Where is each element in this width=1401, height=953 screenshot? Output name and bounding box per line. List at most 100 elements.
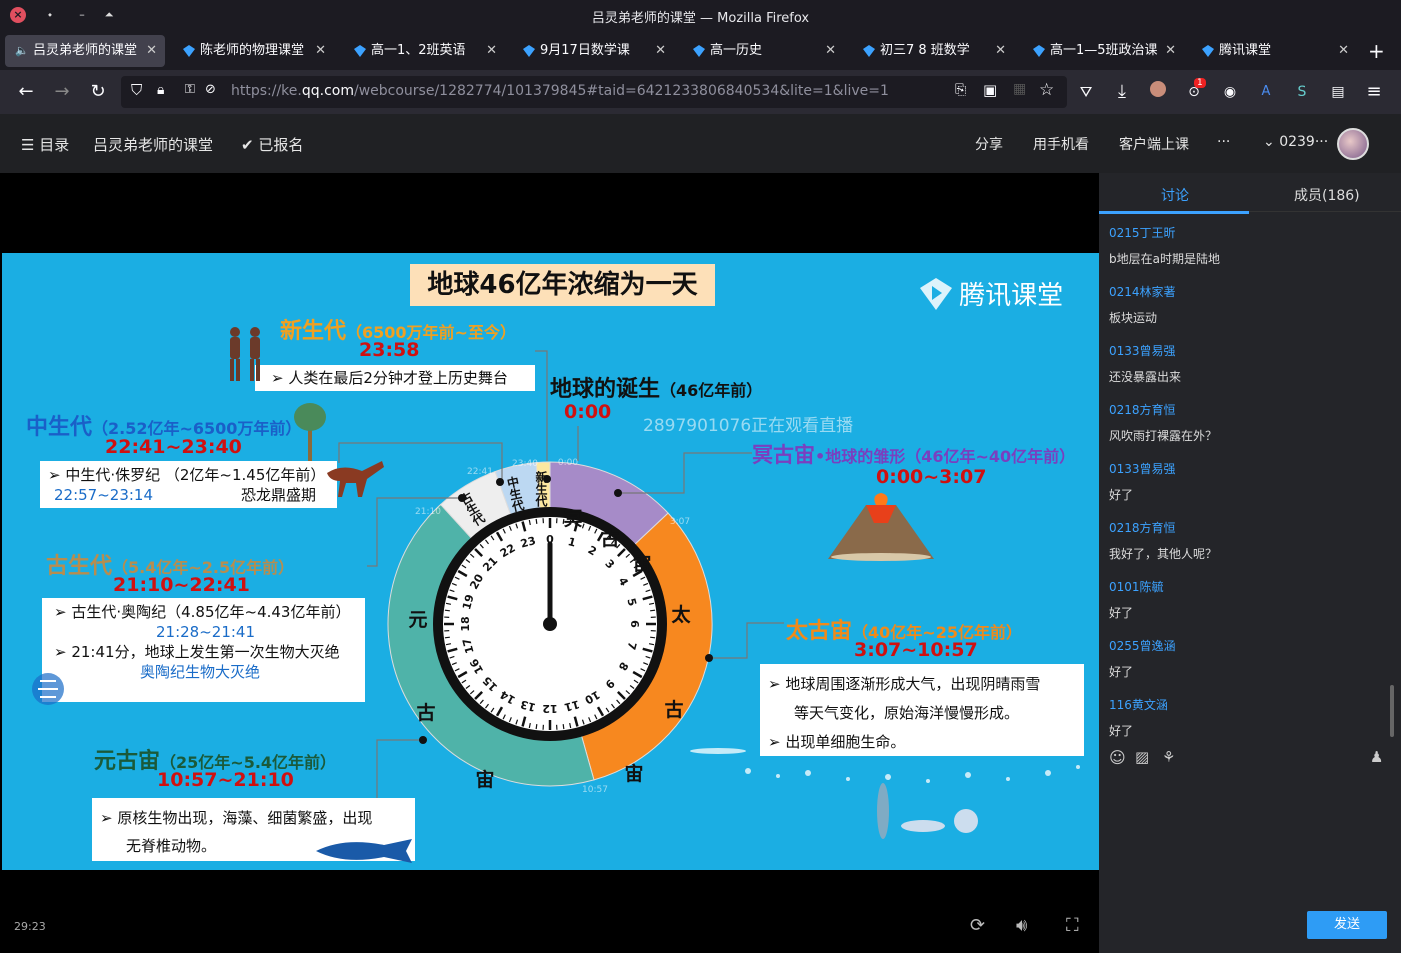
message-sender[interactable]: 0215丁王昕 xyxy=(1109,224,1220,241)
ring-archean-3: 宙 xyxy=(624,762,643,785)
new-tab-button[interactable]: + xyxy=(1368,39,1385,63)
close-tab-icon[interactable]: ✕ xyxy=(1165,35,1176,67)
reload-icon[interactable]: ↻ xyxy=(86,80,110,104)
message-sender[interactable]: 0214林家著 xyxy=(1109,283,1176,300)
ring-pro-1: 元 xyxy=(408,609,427,631)
permissions-icon[interactable]: ⚿ xyxy=(185,82,195,97)
catalog-label: 目录 xyxy=(39,136,70,154)
tab-5[interactable]: 初三7 8 班数学 ✕ xyxy=(852,35,1014,67)
hadean-extra: •地球的雏形 xyxy=(815,447,906,466)
chat-message: 0215丁王昕 b地层在a时期是陆地 xyxy=(1109,224,1220,267)
address-bar[interactable]: ⛉ 🔒︎ ⚿ ⊘ https://ke.qq.com/webcourse/128… xyxy=(121,76,1067,108)
tab-1[interactable]: 陈老师的物理课堂 ✕ xyxy=(172,35,334,67)
downloads-icon[interactable]: ⤓ xyxy=(1110,80,1134,104)
close-tab-icon[interactable]: ✕ xyxy=(315,35,326,67)
image-icon[interactable]: ▨ xyxy=(1135,748,1149,766)
hadean-name: 冥古宙 xyxy=(752,443,815,467)
emoji-icon[interactable]: ☺ xyxy=(1109,748,1126,767)
tab-bar: 🔈 吕灵弟老师的课堂 ✕ 陈老师的物理课堂 ✕ 高一1、2班英语 ✕ 9月17日… xyxy=(0,32,1401,70)
ring-archean-1: 太 xyxy=(671,603,691,626)
clock-center xyxy=(543,617,557,631)
message-sender[interactable]: 0133曾易强 xyxy=(1109,342,1181,359)
user-menu[interactable]: ⌄ 0239··· xyxy=(1263,134,1328,150)
member-icon[interactable]: ♟ xyxy=(1370,748,1383,766)
tracking-icon[interactable]: ⊘ xyxy=(205,82,216,97)
client-class-button[interactable]: 客户端上课 xyxy=(1119,134,1189,154)
birth-range: （46亿年前） xyxy=(660,381,763,400)
message-text: 好了 xyxy=(1109,665,1134,679)
ring-pro-2: 古 xyxy=(416,701,435,724)
course-title[interactable]: 吕灵弟老师的课堂 xyxy=(93,134,213,155)
close-tab-icon[interactable]: ✕ xyxy=(1338,35,1349,67)
chat-message: 0214林家著 板块运动 xyxy=(1109,283,1176,326)
tencent-class-icon xyxy=(523,45,535,57)
share-button[interactable]: 分享 xyxy=(975,134,1003,154)
mesozoic-name: 中生代 xyxy=(26,415,93,440)
close-tab-icon[interactable]: ✕ xyxy=(655,35,666,67)
close-tab-icon[interactable]: ✕ xyxy=(825,35,836,67)
close-tab-icon[interactable]: ✕ xyxy=(995,35,1006,67)
shield-icon[interactable]: ⛉ xyxy=(131,81,142,99)
live-watermark: 2897901076正在观看直播 xyxy=(643,416,854,436)
tab-label: 9月17日数学课 xyxy=(540,43,630,58)
paleozoic-name: 古生代 xyxy=(46,554,113,579)
message-sender[interactable]: 0101陈毓 xyxy=(1109,578,1164,595)
back-icon[interactable]: ← xyxy=(14,80,38,104)
send-button[interactable]: 发送 xyxy=(1307,911,1387,939)
lock-icon[interactable]: 🔒︎ xyxy=(157,82,164,98)
message-sender[interactable]: 0218方育恒 xyxy=(1109,519,1217,536)
mobile-watch-button[interactable]: 用手机看 xyxy=(1033,134,1089,154)
tab-0[interactable]: 🔈 吕灵弟老师的课堂 ✕ xyxy=(5,35,165,67)
forward-icon[interactable]: → xyxy=(50,80,74,104)
bookmark-star-icon[interactable]: ☆ xyxy=(1039,80,1054,100)
tab-label: 陈老师的物理课堂 xyxy=(200,43,305,58)
ring-pro-3: 宙 xyxy=(475,768,494,791)
tab-4[interactable]: 高一历史 ✕ xyxy=(682,35,844,67)
extension-avatar-icon[interactable] xyxy=(1146,80,1170,104)
extension-cookie-icon[interactable]: ◉ xyxy=(1218,80,1242,104)
clock-tick xyxy=(535,518,538,524)
flower-icon[interactable]: ⚘ xyxy=(1162,748,1175,766)
ring-time-start: 0:00 xyxy=(558,458,578,468)
fullscreen-icon[interactable]: ⛶ xyxy=(1066,915,1079,936)
tab-3[interactable]: 9月17日数学课 ✕ xyxy=(512,35,674,67)
volcano-icon xyxy=(828,493,934,561)
extension-screenshot-icon[interactable]: ▤ xyxy=(1326,80,1350,104)
volume-icon[interactable]: 🔊︎ xyxy=(1016,915,1027,936)
clock-tick xyxy=(444,609,450,612)
more-button[interactable]: ··· xyxy=(1217,134,1230,150)
grid-icon[interactable]: ▦ xyxy=(1013,81,1026,97)
pocket-icon[interactable]: ⛛ xyxy=(1074,80,1098,104)
url-text[interactable]: https://ke.qq.com/webcourse/1282774/1013… xyxy=(231,83,889,99)
message-sender[interactable]: 0255曾逸涵 xyxy=(1109,637,1176,654)
app-menu-icon[interactable]: ≡ xyxy=(1362,80,1386,104)
tab-7[interactable]: 腾讯课堂 ✕ xyxy=(1191,35,1357,67)
close-tab-icon[interactable]: ✕ xyxy=(146,35,157,67)
navigation-toolbar: ← → ↻ ⛉ 🔒︎ ⚿ ⊘ https://ke.qq.com/webcour… xyxy=(0,70,1401,114)
hadean-title: 冥古宙•地球的雏形（46亿年~40亿年前） xyxy=(752,439,1075,469)
chat-message: 0133曾易强 好了 xyxy=(1109,460,1176,503)
extension-translate-icon[interactable]: A xyxy=(1254,80,1278,104)
message-sender[interactable]: 0133曾易强 xyxy=(1109,460,1176,477)
avatar[interactable] xyxy=(1337,128,1369,160)
paleozoic-time: 21:10~22:41 xyxy=(113,574,250,596)
cenozoic-note: ➢ 人类在最后2分钟才登上历史舞台 xyxy=(255,365,535,391)
tab-6[interactable]: 高一1—5班政治课 ✕ xyxy=(1022,35,1184,67)
rotate-icon[interactable]: ⟳ xyxy=(970,915,985,936)
extension-s-icon[interactable]: S xyxy=(1290,80,1314,104)
chat-message: 0218方育恒 我好了，其他人呢？ xyxy=(1109,519,1217,562)
translate-icon[interactable]: ⎘ xyxy=(955,82,966,98)
message-sender[interactable]: 116黄文涵 xyxy=(1109,696,1168,713)
reader-icon[interactable]: ▣ xyxy=(983,81,997,99)
catalog-button[interactable]: ☰ 目录 xyxy=(21,134,69,155)
message-sender[interactable]: 0218方育恒 xyxy=(1109,401,1217,418)
tab-discussion[interactable]: 讨论 xyxy=(1161,185,1189,205)
chat-scrollbar[interactable] xyxy=(1390,685,1394,737)
ring-cenozoic: 新生代 xyxy=(534,470,548,508)
tab-members[interactable]: 成员(186) xyxy=(1294,185,1360,205)
clock-tick xyxy=(562,724,565,730)
url-domain: qq.com xyxy=(301,83,354,99)
tab-2[interactable]: 高一1、2班英语 ✕ xyxy=(343,35,505,67)
close-tab-icon[interactable]: ✕ xyxy=(486,35,497,67)
tencent-class-icon xyxy=(693,45,705,57)
